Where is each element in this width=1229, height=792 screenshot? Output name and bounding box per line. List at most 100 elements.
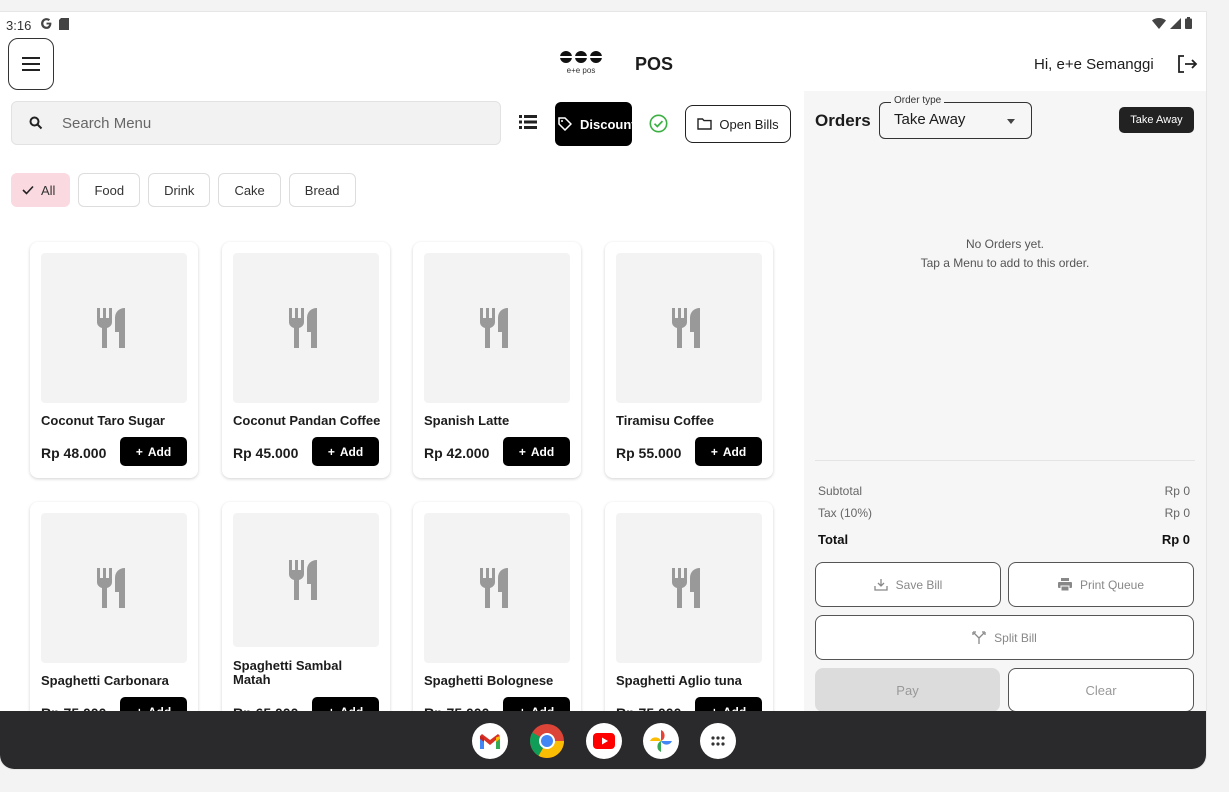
product-image-placeholder — [424, 253, 570, 403]
signal-icon — [1170, 17, 1181, 29]
product-card[interactable]: Coconut Pandan Coffee Rp 45.000 + Add — [222, 242, 390, 478]
order-type-value: Take Away — [894, 111, 966, 128]
product-name: Coconut Pandan Coffee — [233, 413, 381, 428]
total-row: Total Rp 0 — [818, 532, 1190, 547]
product-card[interactable]: Tiramisu Coffee Rp 55.000 + Add — [605, 242, 773, 478]
chrome-icon[interactable] — [529, 723, 565, 759]
tax-label: Tax (10%) — [818, 506, 873, 520]
utensils-icon — [672, 568, 700, 608]
logout-icon[interactable] — [1176, 53, 1198, 75]
status-bar: 3:16 — [0, 12, 1206, 36]
utensils-icon — [97, 308, 125, 348]
product-image-placeholder — [233, 253, 379, 403]
product-card[interactable]: Spaghetti Sambal Matah Rp 65.000 +Add — [222, 502, 390, 738]
product-price: Rp 45.000 — [233, 445, 299, 461]
split-icon — [972, 631, 986, 644]
printer-icon — [1057, 578, 1072, 591]
product-card[interactable]: Spaghetti Aglio tuna Rp 75.000 +Add — [605, 502, 773, 738]
product-card[interactable]: Spaghetti Carbonara Rp 75.000 +Add — [30, 502, 198, 738]
clear-button[interactable]: Clear — [1008, 668, 1194, 712]
menu-button[interactable] — [8, 38, 54, 90]
app-dock — [472, 723, 736, 759]
product-image-placeholder — [41, 513, 187, 663]
wifi-icon — [1152, 17, 1166, 29]
plus-icon: + — [710, 444, 718, 459]
plus-icon: + — [327, 444, 335, 459]
dropdown-arrow-icon — [1007, 119, 1015, 124]
utensils-icon — [672, 308, 700, 348]
product-image-placeholder — [616, 253, 762, 403]
save-bill-label: Save Bill — [895, 577, 943, 592]
status-time: 3:16 — [6, 18, 32, 33]
product-name: Spaghetti Aglio tuna — [616, 673, 742, 688]
battery-icon — [1185, 17, 1192, 29]
plus-icon: + — [135, 444, 143, 459]
product-image-placeholder — [41, 253, 187, 403]
product-price: Rp 55.000 — [616, 445, 682, 461]
menu-panel: Discount Open Bills All Food Drink Cake … — [0, 91, 804, 738]
product-name: Spaghetti Bolognese — [424, 673, 554, 688]
app-bar: e+e pos POS Hi, e+e Semanggi — [0, 36, 1206, 91]
product-price: Rp 42.000 — [424, 445, 490, 461]
product-image-placeholder — [616, 513, 762, 663]
add-button[interactable]: + Add — [695, 437, 762, 466]
utensils-icon — [480, 308, 508, 348]
product-grid: Coconut Taro Sugar Rp 48.000 + Add Coconu… — [0, 91, 804, 738]
product-card[interactable]: Spaghetti Bolognese Rp 75.000 +Add — [413, 502, 581, 738]
device-screen: 3:16 e+e pos POS Hi, e+e Semanggi Search… — [0, 12, 1206, 769]
product-name: Spaghetti Sambal Matah — [233, 658, 343, 687]
utensils-icon — [289, 308, 317, 348]
total-label: Total — [818, 532, 849, 547]
product-name: Coconut Taro Sugar — [41, 413, 165, 428]
print-queue-button[interactable]: Print Queue — [1008, 562, 1194, 607]
save-bill-button[interactable]: Save Bill — [815, 562, 1001, 607]
app-drawer-icon[interactable] — [700, 723, 736, 759]
add-label: Add — [147, 444, 172, 459]
utensils-icon — [480, 568, 508, 608]
order-type-badge: Take Away — [1119, 107, 1194, 133]
orders-panel: Orders Order type Take Away Take Away No… — [804, 91, 1206, 712]
product-image-placeholder — [424, 513, 570, 663]
add-label: Add — [530, 444, 555, 459]
hamburger-icon — [22, 57, 40, 71]
product-name: Tiramisu Coffee — [616, 413, 715, 428]
product-name: Spanish Latte — [424, 413, 510, 428]
empty-line-1: No Orders yet. — [965, 237, 1045, 251]
subtotal-label: Subtotal — [818, 484, 863, 498]
clear-label: Clear — [1085, 682, 1117, 698]
add-button[interactable]: + Add — [120, 437, 187, 466]
system-nav-bar — [0, 711, 1206, 769]
subtotal-value: Rp 0 — [1164, 484, 1190, 498]
youtube-icon[interactable] — [586, 723, 622, 759]
order-type-dropdown[interactable]: Order type Take Away — [879, 95, 1032, 139]
product-name: Spaghetti Carbonara — [41, 673, 169, 688]
gmail-icon[interactable] — [472, 723, 508, 759]
pay-label: Pay — [896, 682, 919, 698]
utensils-icon — [289, 560, 317, 600]
product-card[interactable]: Coconut Taro Sugar Rp 48.000 + Add — [30, 242, 198, 478]
tax-value: Rp 0 — [1164, 506, 1190, 520]
add-label: Add — [339, 444, 364, 459]
user-greeting: Hi, e+e Semanggi — [1034, 56, 1154, 73]
add-button[interactable]: + Add — [503, 437, 570, 466]
photos-icon[interactable] — [643, 723, 679, 759]
print-queue-label: Print Queue — [1079, 577, 1145, 592]
logo-text: e+e pos — [567, 66, 596, 75]
total-value: Rp 0 — [1161, 532, 1190, 547]
utensils-icon — [97, 568, 125, 608]
add-label: Add — [722, 444, 747, 459]
add-button[interactable]: + Add — [312, 437, 379, 466]
app-title: POS — [635, 54, 674, 74]
empty-orders-message: No Orders yet. Tap a Menu to add to this… — [804, 235, 1206, 273]
download-icon — [874, 579, 888, 591]
product-image-placeholder — [233, 513, 379, 647]
brand-logo: e+e pos — [560, 51, 602, 75]
sd-card-icon — [59, 17, 69, 30]
summary-divider — [815, 460, 1195, 461]
split-bill-button[interactable]: Split Bill — [815, 615, 1194, 660]
product-card[interactable]: Spanish Latte Rp 42.000 + Add — [413, 242, 581, 478]
order-type-label: Order type — [891, 95, 945, 106]
pay-button[interactable]: Pay — [815, 668, 1000, 712]
split-bill-label: Split Bill — [994, 630, 1037, 645]
empty-line-2: Tap a Menu to add to this order. — [920, 256, 1090, 270]
